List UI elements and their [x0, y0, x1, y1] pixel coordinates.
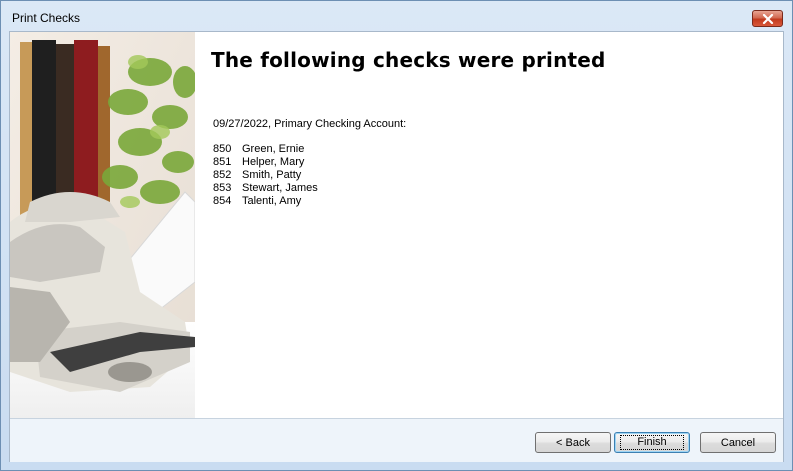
list-item: 853 Stewart, James — [213, 182, 318, 195]
check-number: 853 — [213, 182, 232, 194]
close-icon — [762, 13, 773, 24]
back-button[interactable]: < Back — [535, 432, 611, 453]
payee-name: Green, Ernie — [242, 143, 305, 155]
dialog-window: Print Checks The following checks were p… — [0, 0, 793, 471]
printed-checks-list: 850 Green, Ernie 851 Helper, Mary 852 Smith… — [213, 143, 318, 208]
list-item: 851 Helper, Mary — [213, 156, 318, 169]
check-number: 854 — [213, 195, 232, 207]
list-item: 854 Talenti, Amy — [213, 195, 318, 208]
payee-name: Smith, Patty — [242, 169, 302, 181]
close-button[interactable] — [752, 10, 783, 27]
printer-with-plant-image — [10, 32, 195, 418]
print-summary: 09/27/2022, Primary Checking Account: — [213, 118, 407, 130]
check-number: 851 — [213, 156, 232, 168]
list-item: 850 Green, Ernie — [213, 143, 318, 156]
list-item: 852 Smith, Patty — [213, 169, 318, 182]
payee-name: Talenti, Amy — [242, 195, 302, 207]
check-number: 850 — [213, 143, 232, 155]
cancel-button[interactable]: Cancel — [700, 432, 776, 453]
title-bar[interactable]: Print Checks — [1, 1, 792, 31]
payee-name: Stewart, James — [242, 182, 318, 194]
check-number: 852 — [213, 169, 232, 181]
finish-label: Finish — [620, 435, 684, 450]
finish-button[interactable]: Finish — [614, 432, 690, 453]
dialog-body: The following checks were printed 09/27/… — [9, 31, 784, 462]
content-panel: The following checks were printed 09/27/… — [195, 32, 783, 418]
payee-name: Helper, Mary — [242, 156, 305, 168]
button-bar: < Back Finish Cancel — [10, 418, 783, 462]
page-title: The following checks were printed — [211, 48, 606, 72]
window-title: Print Checks — [12, 11, 81, 25]
